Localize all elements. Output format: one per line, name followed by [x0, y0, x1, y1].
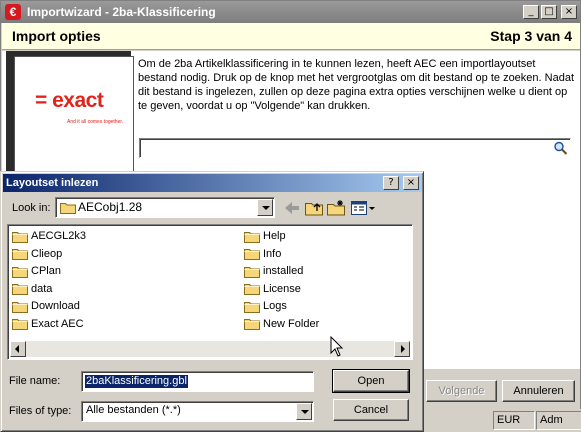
mouse-pointer-icon — [330, 336, 344, 357]
chevron-down-icon[interactable] — [257, 199, 273, 216]
folder-name: CPlan — [31, 265, 61, 277]
wizard-title: Importwizard - 2ba-Klassificering — [27, 5, 216, 19]
folder-icon — [12, 301, 28, 313]
filename-label: File name: — [9, 375, 61, 387]
status-currency: EUR — [493, 411, 535, 430]
folder-name: Clieop — [31, 247, 63, 260]
new-folder-icon[interactable] — [326, 199, 346, 217]
folder-list-item[interactable]: installed — [244, 263, 303, 279]
folder-name: Exact AEC — [31, 317, 84, 330]
dialog-titlebar[interactable]: Layoutset inlezen ? × — [3, 174, 422, 192]
step-indicator: Stap 3 van 4 — [490, 28, 572, 44]
scroll-left-arrow-icon[interactable] — [10, 341, 26, 357]
logo-wordmark: = exact — [35, 89, 104, 112]
intro-text: Om de 2ba Artikelklassificering in te ku… — [138, 58, 574, 112]
folder-open-icon — [60, 203, 76, 214]
lookin-value: AECobj1.28 — [78, 200, 143, 214]
exact-logo: = exact And it all comes together. — [14, 56, 134, 176]
folder-icon — [12, 266, 28, 278]
folder-list-item[interactable]: CPlan — [12, 263, 61, 279]
folder-name: data — [31, 282, 53, 295]
folder-name: Info — [263, 247, 282, 260]
filename-value: 2baKlassificering.gbl — [85, 375, 188, 388]
scroll-right-arrow-icon[interactable] — [394, 341, 410, 357]
open-button[interactable]: Open — [332, 369, 410, 393]
dialog-close-button[interactable]: × — [403, 176, 419, 190]
view-menu-icon[interactable] — [350, 199, 376, 217]
folder-name: installed — [263, 265, 304, 277]
folder-name: Logs — [263, 300, 287, 312]
folder-icon — [12, 249, 28, 260]
back-arrow-icon[interactable] — [282, 199, 302, 217]
dialog-cancel-button[interactable]: Cancel — [333, 399, 409, 421]
magnifier-search-icon[interactable] — [553, 141, 568, 155]
folder-name: Download — [31, 300, 80, 312]
lookin-label: Look in: — [12, 202, 51, 214]
file-list[interactable]: AECGL2k3 Clieop CPlan data Download Exact AEC… — [7, 224, 413, 360]
folder-list-item[interactable]: New Folder — [244, 316, 319, 332]
folder-list-item[interactable]: Info — [244, 246, 281, 262]
minimize-button[interactable]: _ — [523, 5, 539, 19]
folder-name: License — [263, 282, 301, 295]
folder-name: AECGL2k3 — [31, 230, 87, 242]
exact-app-icon: € — [5, 4, 21, 20]
folder-icon — [12, 231, 28, 243]
cancel-button[interactable]: Annuleren — [502, 380, 575, 402]
maximize-button[interactable]: □ — [541, 5, 557, 19]
folder-icon — [244, 231, 260, 243]
filename-input[interactable]: 2baKlassificering.gbl — [81, 371, 314, 392]
filetype-value: Alle bestanden (*.*) — [86, 404, 181, 416]
wizard-titlebar[interactable]: € Importwizard - 2ba-Klassificering _ □ … — [1, 1, 580, 23]
chevron-down-icon[interactable] — [296, 403, 312, 420]
folder-list-item[interactable]: Clieop — [12, 246, 62, 262]
folder-list-item[interactable]: data — [12, 281, 52, 297]
page-title: Import opties — [12, 28, 101, 44]
folder-name: New Folder — [263, 317, 320, 330]
folder-list-item[interactable]: Exact AEC — [12, 316, 84, 332]
filetype-combo[interactable]: Alle bestanden (*.*) — [81, 401, 314, 422]
filetype-label: Files of type: — [9, 405, 72, 417]
folder-list-item[interactable]: Download — [12, 298, 80, 314]
help-button[interactable]: ? — [383, 176, 399, 190]
horizontal-scrollbar[interactable] — [10, 341, 410, 357]
logo-tagline: And it all comes together. — [67, 119, 124, 125]
lookin-combo[interactable]: AECobj1.28 — [55, 197, 275, 218]
folder-list-item[interactable]: License — [244, 281, 301, 297]
dialog-title: Layoutset inlezen — [6, 177, 99, 189]
folder-icon — [12, 284, 28, 295]
folder-icon — [12, 319, 28, 330]
layoutset-path-input[interactable] — [139, 138, 571, 158]
folder-list-item[interactable]: Help — [244, 228, 286, 244]
next-button[interactable]: Volgende — [426, 380, 497, 402]
wizard-header: Import opties Stap 3 van 4 — [2, 23, 580, 50]
up-folder-icon[interactable] — [304, 199, 324, 217]
folder-name: Help — [263, 230, 286, 242]
folder-icon — [244, 301, 260, 313]
folder-icon — [244, 249, 260, 260]
close-button[interactable]: × — [561, 5, 577, 19]
folder-icon — [244, 266, 260, 278]
folder-icon — [244, 284, 260, 295]
folder-icon — [244, 319, 260, 330]
folder-list-item[interactable]: Logs — [244, 298, 287, 314]
status-admin: Adm 150 — [536, 411, 581, 432]
folder-list-item[interactable]: AECGL2k3 — [12, 228, 86, 244]
